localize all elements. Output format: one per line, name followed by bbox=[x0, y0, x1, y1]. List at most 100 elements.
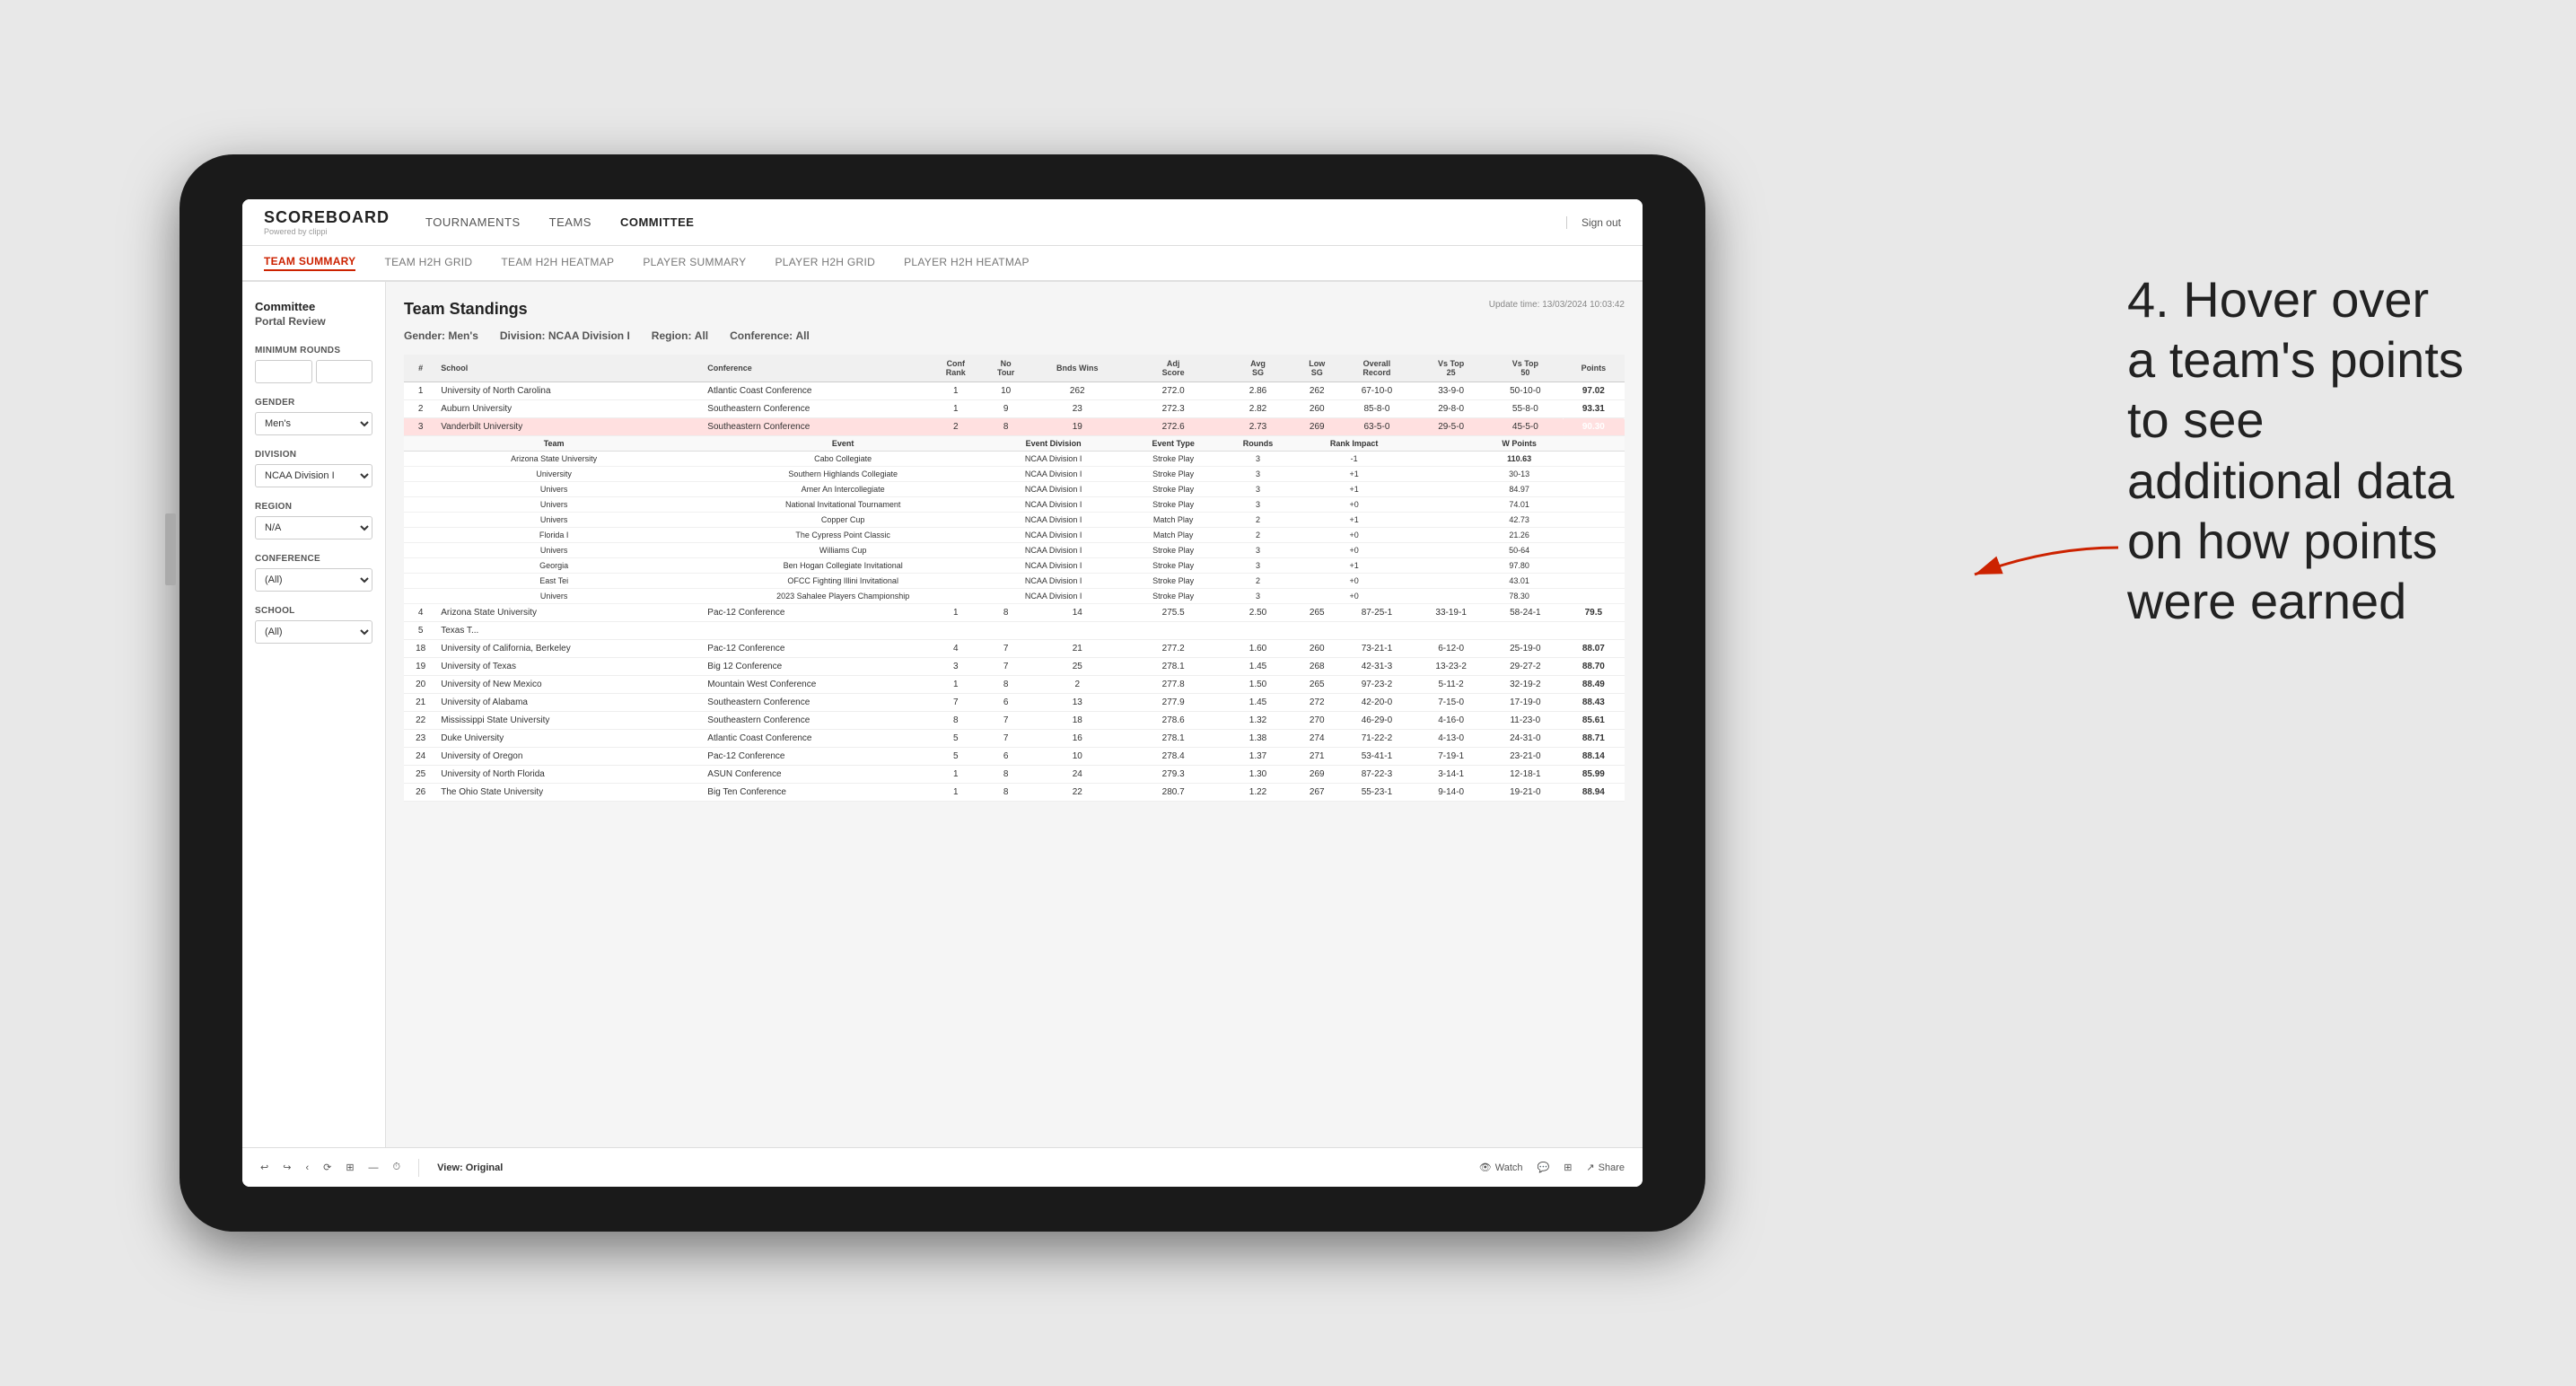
division-select[interactable]: NCAA Division I NCAA Division II NCAA Di… bbox=[255, 464, 372, 487]
cell-points[interactable]: 97.02 bbox=[1563, 382, 1625, 400]
cell-vs50: 24-31-0 bbox=[1488, 730, 1563, 748]
filter-school: School (All) bbox=[255, 606, 372, 644]
cell-vs25: 3-14-1 bbox=[1414, 766, 1488, 784]
cell-rank: 24 bbox=[404, 748, 437, 766]
gender-filter-label: Gender: Men's bbox=[404, 329, 478, 342]
tooltip-col-event: Event bbox=[704, 436, 982, 452]
tablet-home-button[interactable] bbox=[165, 513, 176, 585]
region-select[interactable]: N/A All bbox=[255, 516, 372, 539]
td-impact: +1 bbox=[1294, 513, 1414, 528]
dash-button[interactable]: — bbox=[369, 1162, 379, 1173]
cell-bnds-wins: 23 bbox=[1030, 400, 1125, 418]
cell-bnds-wins: 22 bbox=[1030, 784, 1125, 802]
table-row: 4 Arizona State University Pac-12 Confer… bbox=[404, 604, 1625, 622]
tab-player-h2h-grid[interactable]: PLAYER H2H GRID bbox=[775, 256, 875, 270]
feedback-button[interactable]: 💬 bbox=[1538, 1162, 1550, 1173]
undo-button[interactable]: ↩ bbox=[260, 1162, 268, 1173]
refresh-button[interactable]: ⟳ bbox=[323, 1162, 331, 1173]
nav-teams[interactable]: TEAMS bbox=[549, 215, 591, 229]
right-panel: Team Standings Update time: 13/03/2024 1… bbox=[386, 282, 1643, 1147]
cell-avg-score: 1.45 bbox=[1222, 694, 1294, 712]
tooltip-col-impact: Rank Impact bbox=[1294, 436, 1414, 452]
cell-overall: 67-10-0 bbox=[1340, 382, 1415, 400]
td-rounds: 2 bbox=[1222, 528, 1294, 543]
cell-points[interactable]: 88.07 bbox=[1563, 640, 1625, 658]
cell-conference: Pac-12 Conference bbox=[704, 640, 929, 658]
tab-player-h2h-heatmap[interactable]: PLAYER H2H HEATMAP bbox=[904, 256, 1030, 270]
cell-bnds-wins bbox=[1030, 622, 1125, 640]
cell-points[interactable]: 88.49 bbox=[1563, 676, 1625, 694]
watch-label: Watch bbox=[1495, 1162, 1523, 1173]
cell-avg-score: 1.22 bbox=[1222, 784, 1294, 802]
cell-points[interactable]: 88.71 bbox=[1563, 730, 1625, 748]
cell-no-tour: 10 bbox=[982, 382, 1030, 400]
tooltip-col-type: Event Type bbox=[1125, 436, 1222, 452]
td-division: NCAA Division I bbox=[982, 574, 1125, 589]
cell-bnds-wins: 10 bbox=[1030, 748, 1125, 766]
copy-button[interactable]: ⊞ bbox=[346, 1162, 354, 1173]
redo-button[interactable]: ↪ bbox=[283, 1162, 291, 1173]
cell-points-highlighted[interactable]: 90.30 bbox=[1563, 418, 1625, 436]
cell-avg-score: 1.50 bbox=[1222, 676, 1294, 694]
cell-points[interactable]: 88.70 bbox=[1563, 658, 1625, 676]
cell-points[interactable]: 88.94 bbox=[1563, 784, 1625, 802]
col-overall: OverallRecord bbox=[1340, 355, 1415, 382]
cell-bnds-wins: 2 bbox=[1030, 676, 1125, 694]
cell-vs50: 45-5-0 bbox=[1488, 418, 1563, 436]
cell-no-tour: 8 bbox=[982, 676, 1030, 694]
tab-team-h2h-grid[interactable]: TEAM H2H GRID bbox=[384, 256, 472, 270]
cell-vs50: 32-19-2 bbox=[1488, 676, 1563, 694]
cell-points[interactable]: 85.61 bbox=[1563, 712, 1625, 730]
td-team: Univers bbox=[404, 497, 704, 513]
cell-points[interactable]: 79.5 bbox=[1563, 604, 1625, 622]
cell-vs25: 4-16-0 bbox=[1414, 712, 1488, 730]
filter-region: Region N/A All bbox=[255, 502, 372, 539]
filter-gender-label: Gender bbox=[255, 398, 372, 408]
grid-button[interactable]: ⊞ bbox=[1564, 1162, 1572, 1173]
cell-points[interactable]: 85.99 bbox=[1563, 766, 1625, 784]
tab-team-summary[interactable]: TEAM SUMMARY bbox=[264, 255, 355, 271]
cell-conference: Mountain West Conference bbox=[704, 676, 929, 694]
sign-out-button[interactable]: Sign out bbox=[1566, 216, 1621, 229]
cell-points[interactable]: 88.43 bbox=[1563, 694, 1625, 712]
cell-conference bbox=[704, 622, 929, 640]
cell-no-tour: 7 bbox=[982, 640, 1030, 658]
conference-select[interactable]: (All) bbox=[255, 568, 372, 592]
tab-team-h2h-heatmap[interactable]: TEAM H2H HEATMAP bbox=[501, 256, 614, 270]
td-impact: +0 bbox=[1294, 543, 1414, 558]
nav-tournaments[interactable]: TOURNAMENTS bbox=[425, 215, 521, 229]
table-row: 20 University of New Mexico Mountain Wes… bbox=[404, 676, 1625, 694]
main-content: Committee Portal Review Minimum Rounds G… bbox=[242, 282, 1643, 1147]
cell-points[interactable]: 88.14 bbox=[1563, 748, 1625, 766]
td-rounds: 3 bbox=[1222, 589, 1294, 604]
cell-vs50: 11-23-0 bbox=[1488, 712, 1563, 730]
cell-vs50: 19-21-0 bbox=[1488, 784, 1563, 802]
cell-rank: 5 bbox=[404, 622, 437, 640]
school-select[interactable]: (All) bbox=[255, 620, 372, 644]
nav-back-button[interactable]: ‹ bbox=[305, 1162, 309, 1173]
td-type: Match Play bbox=[1125, 513, 1222, 528]
cell-conf-rank: 4 bbox=[930, 640, 982, 658]
min-rounds-max[interactable] bbox=[316, 360, 373, 383]
nav-committee[interactable]: COMMITTEE bbox=[620, 215, 695, 229]
cell-points[interactable] bbox=[1563, 622, 1625, 640]
cell-school: University of North Carolina bbox=[437, 382, 704, 400]
watch-button[interactable]: 👁 Watch bbox=[1479, 1162, 1523, 1173]
cell-avg-score bbox=[1222, 622, 1294, 640]
tooltip-data-row: Univers Williams Cup NCAA Division I Str… bbox=[404, 543, 1625, 558]
filter-division-label: Division bbox=[255, 450, 372, 460]
cell-adj-score: 277.8 bbox=[1125, 676, 1222, 694]
tab-player-summary[interactable]: PLAYER SUMMARY bbox=[643, 256, 746, 270]
td-impact: +1 bbox=[1294, 482, 1414, 497]
clock-button[interactable]: ⏱ bbox=[393, 1162, 401, 1173]
tooltip-data-row: Arizona State University Cabo Collegiate… bbox=[404, 452, 1625, 467]
table-row: 25 University of North Florida ASUN Conf… bbox=[404, 766, 1625, 784]
gender-select[interactable]: Men's Women's bbox=[255, 412, 372, 435]
tooltip-data-row: University Southern Highlands Collegiate… bbox=[404, 467, 1625, 482]
cell-points[interactable]: 93.31 bbox=[1563, 400, 1625, 418]
top-nav: SCOREBOARD Powered by clippi TOURNAMENTS… bbox=[242, 199, 1643, 246]
share-button[interactable]: ↗ Share bbox=[1586, 1162, 1625, 1173]
range-inputs bbox=[255, 360, 372, 383]
cell-school: University of California, Berkeley bbox=[437, 640, 704, 658]
min-rounds-min[interactable] bbox=[255, 360, 312, 383]
